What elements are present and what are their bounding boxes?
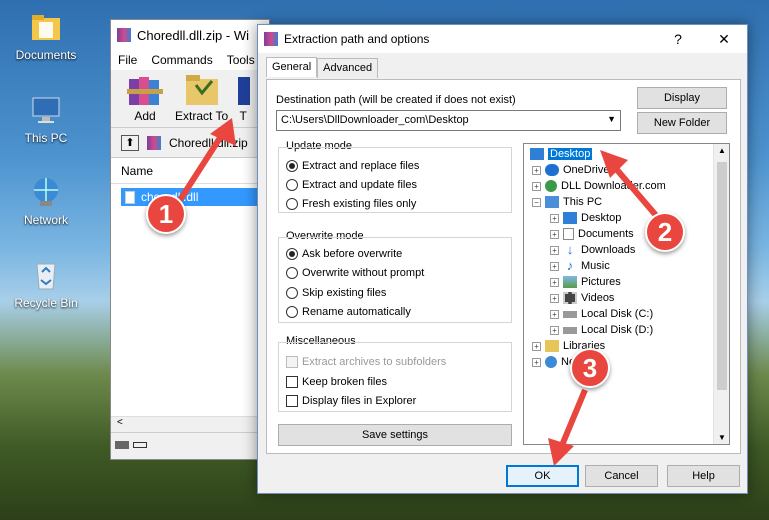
step-marker-3: 3	[570, 348, 610, 388]
arrow-3-head	[548, 438, 574, 466]
annotation-arrows	[177, 118, 663, 466]
arrow-3-line	[557, 388, 588, 452]
step-marker-2: 2	[645, 212, 685, 252]
arrow-1-line	[177, 128, 228, 202]
arrow-2-line	[609, 162, 663, 222]
step-marker-1: 1	[146, 194, 186, 234]
